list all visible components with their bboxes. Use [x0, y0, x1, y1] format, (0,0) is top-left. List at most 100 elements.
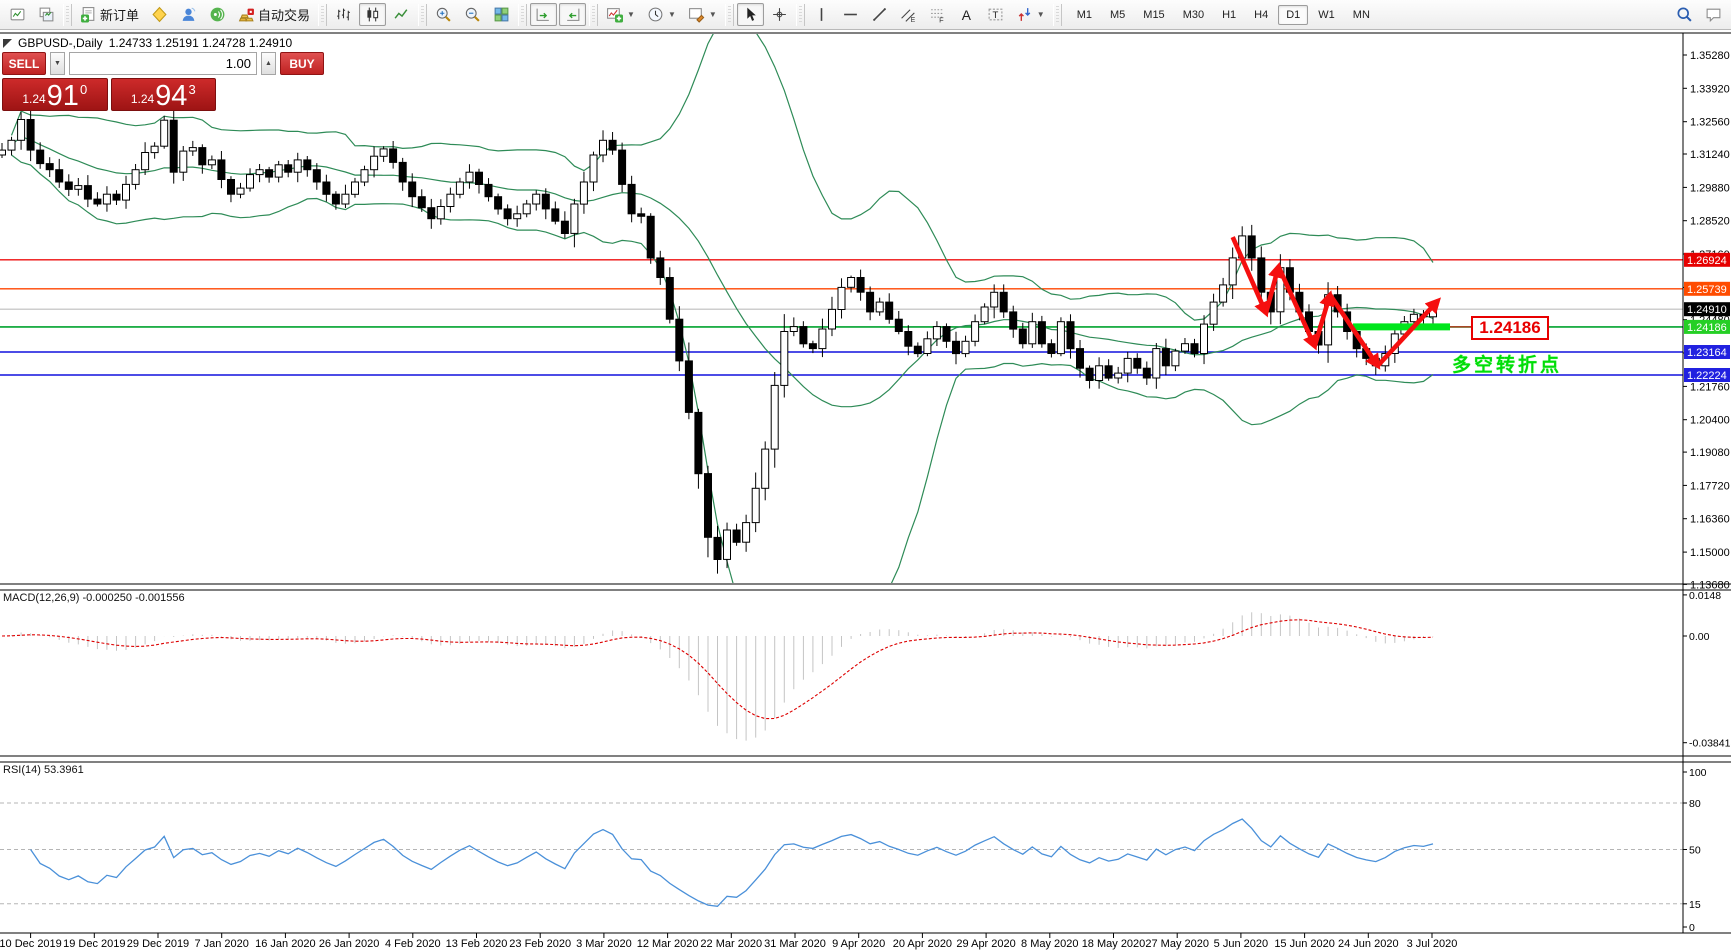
timeframe-button-H1[interactable]: H1 [1214, 5, 1244, 25]
autotrading-icon [238, 8, 254, 22]
rsi-indicator-label: RSI(14) 53.3961 [3, 764, 84, 776]
equidistant-channel-button[interactable]: E [895, 3, 922, 26]
svg-text:1.32560: 1.32560 [1690, 117, 1730, 129]
timeframe-button-M30[interactable]: M30 [1175, 5, 1212, 25]
new-order-icon [81, 7, 95, 23]
svg-text:1.20400: 1.20400 [1690, 415, 1730, 427]
price-annotation-label[interactable]: 1.24186 [1471, 316, 1549, 340]
timeframe-button-W1[interactable]: W1 [1310, 5, 1343, 25]
indicators-icon [607, 8, 624, 23]
templates-button[interactable]: ▼ [683, 3, 722, 26]
timeframe-button-M5[interactable]: M5 [1102, 5, 1133, 25]
trendline-button[interactable] [866, 3, 893, 26]
chart-corner-icon [3, 38, 12, 48]
svg-text:22 Mar 2020: 22 Mar 2020 [700, 938, 762, 950]
toolbar-separator [724, 3, 734, 26]
sell-button[interactable]: SELL [2, 52, 46, 75]
timeframe-button-M1[interactable]: M1 [1069, 5, 1100, 25]
turning-point-annotation[interactable]: 多空转折点 [1452, 350, 1562, 377]
svg-text:9 Apr 2020: 9 Apr 2020 [832, 938, 885, 950]
svg-text:1.25739: 1.25739 [1687, 284, 1727, 296]
periods-icon [648, 7, 663, 22]
svg-text:1.24910: 1.24910 [1687, 304, 1727, 316]
candlestick-chart-button[interactable] [359, 3, 387, 26]
buy-price-big: 94 [155, 80, 188, 112]
volume-input[interactable] [69, 52, 257, 75]
toolbar: 新订单 自动交易 ▼ ▼ ▼ E F A T ▼ M1 M5 M15 M30 H1 H4 D1 W1 MN [0, 0, 1731, 30]
line-chart-button[interactable] [388, 3, 415, 26]
auto-scroll-button[interactable] [530, 3, 558, 26]
chart-canvas[interactable]: 1.35280 1.33920 1.32560 1.31240 1.29880 1.285… [0, 0, 1731, 952]
svg-text:7 Jan 2020: 7 Jan 2020 [194, 938, 248, 950]
search-button[interactable] [1671, 3, 1698, 26]
chevron-down-icon: ▼ [627, 10, 635, 19]
svg-text:4 Feb 2020: 4 Feb 2020 [385, 938, 441, 950]
trendline-icon [872, 8, 886, 21]
timeframe-button-M15[interactable]: M15 [1135, 5, 1172, 25]
cursor-button[interactable] [736, 3, 764, 26]
svg-text:1.17720: 1.17720 [1690, 480, 1730, 492]
volume-decrease-button[interactable]: ▼ [50, 52, 65, 75]
text-label-button[interactable]: T [982, 3, 1009, 26]
svg-text:1.28520: 1.28520 [1690, 216, 1730, 228]
svg-text:10 Dec 2019: 10 Dec 2019 [0, 938, 62, 950]
buy-price-base: 1.24 [130, 92, 155, 106]
bollinger-layer [10, 34, 1434, 583]
timeframe-button-MN[interactable]: MN [1345, 5, 1378, 25]
autotrading-button[interactable]: 自动交易 [233, 2, 315, 27]
price-axis[interactable]: 1.35280 1.33920 1.32560 1.31240 1.29880 1.285… [1683, 50, 1730, 591]
svg-text:19 Dec 2019: 19 Dec 2019 [63, 938, 125, 950]
svg-text:50: 50 [1689, 845, 1701, 857]
signals-button[interactable] [204, 3, 231, 26]
timeframe-button-H4[interactable]: H4 [1246, 5, 1276, 25]
drawings-layer[interactable] [1230, 236, 1471, 370]
svg-text:15: 15 [1689, 899, 1701, 911]
buy-button[interactable]: BUY [280, 52, 324, 75]
periods-button[interactable]: ▼ [642, 3, 681, 26]
svg-text:0.00: 0.00 [1689, 631, 1710, 643]
vertical-line-button[interactable] [808, 3, 835, 26]
svg-text:0: 0 [1689, 922, 1695, 934]
indicators-button[interactable]: ▼ [601, 3, 640, 26]
toolbar-separator [1052, 3, 1062, 26]
new-chart-button[interactable] [4, 3, 31, 26]
svg-text:31 Mar 2020: 31 Mar 2020 [764, 938, 826, 950]
sell-price-panel[interactable]: 1.24 91 0 [2, 78, 108, 111]
horizontal-line-icon [843, 13, 857, 16]
text-icon: A [962, 7, 972, 23]
svg-text:3 Jul 2020: 3 Jul 2020 [1407, 938, 1458, 950]
bar-chart-button[interactable] [330, 3, 357, 26]
crosshair-button[interactable] [766, 3, 793, 26]
profiles-button[interactable] [33, 3, 60, 26]
time-axis[interactable]: 10 Dec 2019 19 Dec 2019 29 Dec 2019 7 Jan 2… [0, 933, 1457, 950]
timeframe-button-D1[interactable]: D1 [1278, 4, 1309, 25]
tile-windows-button[interactable] [488, 3, 515, 26]
svg-text:1.21760: 1.21760 [1690, 381, 1730, 393]
toolbar-separator [418, 3, 428, 26]
mql5-community-button[interactable] [175, 3, 202, 26]
one-click-trading-widget: SELL ▼ ▲ BUY 1.24 91 0 1.24 94 3 [2, 52, 324, 112]
volume-increase-button[interactable]: ▲ [261, 52, 276, 75]
fibonacci-button[interactable]: F [924, 3, 951, 26]
candles-layer [0, 107, 1437, 574]
horizontal-line-button[interactable] [837, 3, 864, 26]
candlestick-chart-icon [367, 7, 379, 22]
arrows-button[interactable]: ▼ [1011, 3, 1050, 26]
chart-shift-button[interactable] [559, 3, 587, 26]
macd-panel [1, 612, 1434, 741]
svg-text:20 Apr 2020: 20 Apr 2020 [893, 938, 952, 950]
macd-indicator-label: MACD(12,26,9) -0.000250 -0.001556 [3, 592, 185, 604]
new-order-button[interactable]: 新订单 [75, 2, 144, 27]
toolbar-separator [518, 3, 528, 26]
toolbar-separator [63, 3, 72, 26]
buy-price-panel[interactable]: 1.24 94 3 [110, 78, 216, 112]
chat-button[interactable] [1700, 3, 1727, 26]
zoom-in-button[interactable] [430, 3, 457, 26]
text-button[interactable]: A [953, 3, 980, 26]
zoom-out-button[interactable] [459, 3, 486, 26]
toolbar-separator [795, 3, 805, 26]
chart-shift-icon [567, 8, 580, 21]
ohlc-values: 1.24733 1.25191 1.24728 1.24910 [108, 36, 293, 50]
metaeditor-button[interactable] [146, 3, 173, 26]
svg-text:A: A [962, 7, 972, 23]
